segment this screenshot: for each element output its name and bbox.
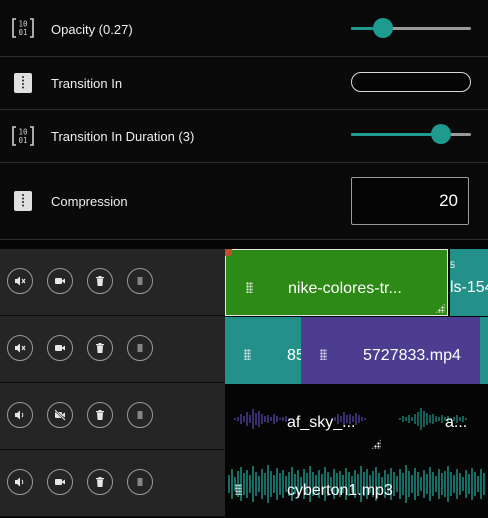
transition-in-duration-slider[interactable] (351, 124, 471, 144)
svg-text:01: 01 (18, 28, 27, 37)
binary-number-icon: 10 01 (12, 125, 34, 147)
svg-text:01: 01 (18, 136, 27, 145)
drag-handle-icon[interactable] (320, 349, 327, 360)
volume-button[interactable] (7, 469, 33, 495)
trash-icon (96, 276, 104, 286)
video-clip[interactable]: nike-colores-tr... (225, 249, 448, 316)
menu-button[interactable] (127, 335, 153, 361)
compression-label: Compression (51, 194, 128, 209)
clip-title: af_sky_... (287, 414, 356, 431)
transition-in-input[interactable] (351, 72, 471, 92)
drag-handle-icon[interactable] (246, 282, 253, 293)
speaker-icon (15, 410, 24, 420)
menu-button[interactable] (127, 469, 153, 495)
opacity-slider-thumb[interactable] (373, 18, 393, 38)
hamburger-menu-icon (137, 277, 143, 285)
hamburger-menu-icon (137, 411, 143, 419)
hamburger-menu-icon (137, 478, 143, 486)
track-1-controls (0, 249, 225, 316)
track-3-lane: af_sky_... a... (225, 384, 488, 451)
transition-in-duration-row: 10 01 Transition In Duration (3) (0, 110, 488, 163)
speaker-muted-icon (15, 276, 26, 286)
playhead-marker[interactable] (225, 249, 232, 256)
drag-handle-icon[interactable] (244, 349, 251, 360)
transition-in-row: Transition In (0, 57, 488, 110)
menu-button[interactable] (127, 402, 153, 428)
video-clip[interactable] (480, 317, 488, 384)
ruler-mark-label: 5 (450, 260, 456, 270)
speaker-icon (15, 477, 24, 487)
dotted-handle-icon (12, 72, 34, 94)
transition-in-duration-label: Transition In Duration (3) (51, 129, 195, 144)
clip-title: cyberton1.mp3 (287, 482, 393, 499)
track-2-controls (0, 316, 225, 383)
duration-slider-thumb[interactable] (431, 124, 451, 144)
camera-off-button[interactable] (47, 402, 73, 428)
video-clip[interactable]: ls-154 (450, 249, 488, 316)
trash-icon (96, 343, 104, 353)
track-3-controls (0, 383, 225, 450)
dotted-handle-icon (12, 190, 34, 212)
delete-button[interactable] (87, 469, 113, 495)
volume-button[interactable] (7, 402, 33, 428)
video-clip[interactable]: 85 (225, 317, 301, 384)
compression-row: Compression 20 (0, 163, 488, 240)
binary-number-icon: 10 01 (12, 17, 34, 39)
delete-button[interactable] (87, 268, 113, 294)
mute-button[interactable] (7, 335, 33, 361)
clip-title: a... (445, 414, 468, 431)
mute-button[interactable] (7, 268, 33, 294)
clip-title: 85 (287, 347, 301, 364)
trash-icon (96, 477, 104, 487)
delete-button[interactable] (87, 335, 113, 361)
track-2-lane: 85 5727833.mp4 (225, 317, 488, 384)
clip-title: nike-colores-tr... (288, 280, 402, 297)
transition-in-label: Transition In (51, 76, 123, 91)
track-4-lane: cyberton1.mp3 (225, 451, 488, 518)
resize-handle-icon[interactable] (435, 303, 445, 313)
opacity-label: Opacity (0.27) (51, 22, 133, 37)
camera-icon (55, 479, 65, 485)
speaker-muted-icon (15, 343, 26, 353)
camera-button[interactable] (47, 335, 73, 361)
trash-icon (96, 410, 104, 420)
camera-off-icon (54, 409, 66, 421)
camera-button[interactable] (47, 268, 73, 294)
hamburger-menu-icon (137, 344, 143, 352)
camera-icon (55, 278, 65, 284)
track-1-lane: nike-colores-tr... ls-154 5 (225, 249, 488, 316)
camera-icon (55, 345, 65, 351)
delete-button[interactable] (87, 402, 113, 428)
compression-input[interactable]: 20 (351, 177, 469, 225)
menu-button[interactable] (127, 268, 153, 294)
track-4-controls (0, 450, 225, 517)
camera-button[interactable] (47, 469, 73, 495)
clip-title: ls-154 (450, 279, 488, 296)
opacity-row: 10 01 Opacity (0.27) (0, 0, 488, 57)
opacity-slider[interactable] (351, 18, 471, 38)
clip-title: 5727833.mp4 (363, 347, 461, 364)
video-clip[interactable]: 5727833.mp4 (301, 317, 480, 384)
duration-slider-fill (351, 133, 441, 136)
drag-handle-icon[interactable] (235, 484, 242, 495)
